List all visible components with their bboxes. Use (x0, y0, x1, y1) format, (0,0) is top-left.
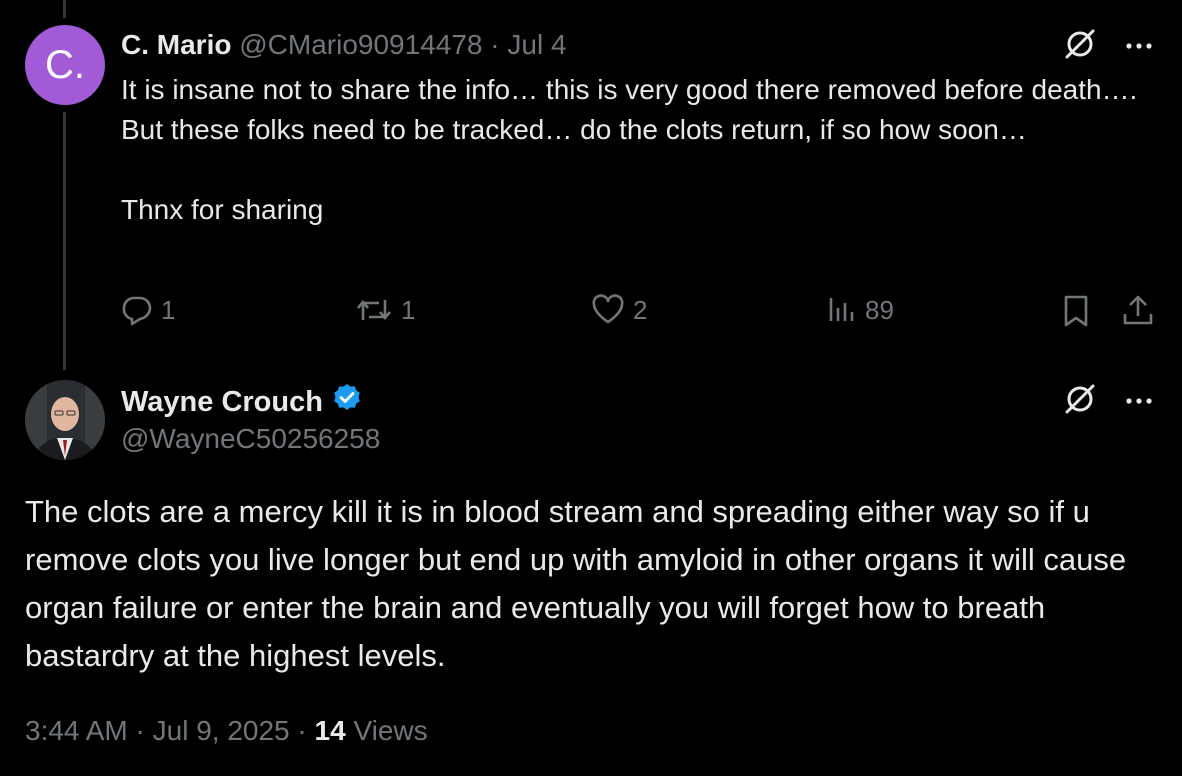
like-icon (591, 294, 625, 326)
meta-separator: · (297, 715, 307, 746)
more-icon[interactable] (1124, 38, 1154, 56)
main-tweet-text: The clots are a mercy kill it is in bloo… (25, 494, 1127, 673)
reply-button[interactable]: 1 (121, 294, 175, 326)
reply-author-handle[interactable]: @CMario90914478 (239, 29, 482, 60)
grok-icon[interactable] (1062, 26, 1098, 67)
share-button[interactable] (1121, 294, 1155, 328)
repost-icon (355, 294, 393, 326)
views-button[interactable]: 89 (827, 294, 894, 326)
tweet-date[interactable]: Jul 9, 2025 (153, 715, 290, 746)
reply-separator: · (490, 29, 500, 60)
share-icon (1121, 294, 1155, 328)
thread-line-top (63, 0, 66, 18)
reply-date[interactable]: Jul 4 (507, 29, 566, 60)
thread-line (63, 112, 66, 370)
verified-badge-icon[interactable] (331, 382, 363, 422)
bookmark-icon (1061, 294, 1091, 328)
reply-text-line: Thnx for sharing (121, 194, 324, 225)
like-count: 2 (633, 294, 648, 325)
main-author-name-row: Wayne Crouch (121, 382, 363, 422)
like-button[interactable]: 2 (591, 294, 647, 326)
reply-header: C. Mario @CMario90914478 · Jul 4 (121, 28, 567, 62)
avatar-wayne-crouch[interactable] (25, 380, 105, 460)
views-label: Views (353, 715, 428, 746)
views-count: 89 (865, 294, 894, 325)
avatar-c-mario[interactable]: C. (25, 25, 105, 105)
grok-icon[interactable] (1062, 381, 1098, 422)
reply-top-icons (1062, 26, 1154, 67)
repost-button[interactable]: 1 (355, 294, 415, 326)
reply-icon (121, 294, 153, 326)
tweet-time[interactable]: 3:44 AM (25, 715, 128, 746)
meta-separator: · (135, 715, 145, 746)
avatar-letter: C. (45, 42, 85, 87)
views-icon (827, 294, 857, 326)
views-total: 14 (314, 715, 346, 746)
main-top-icons (1062, 381, 1154, 422)
reply-author-name[interactable]: C. Mario (121, 29, 231, 60)
reply-action-bar: 1 1 2 89 (121, 294, 1157, 334)
reply-text: It is insane not to share the info… this… (121, 70, 1151, 230)
bookmark-button[interactable] (1061, 294, 1091, 328)
repost-count: 1 (401, 294, 416, 325)
main-author-name[interactable]: Wayne Crouch (121, 386, 323, 419)
reply-count: 1 (161, 294, 176, 325)
reply-text-line: It is insane not to share the info… this… (121, 74, 1138, 145)
more-icon[interactable] (1124, 393, 1154, 411)
main-author-handle[interactable]: @WayneC50256258 (121, 423, 380, 455)
main-tweet-meta: 3:44 AM · Jul 9, 2025 · 14 Views (25, 715, 428, 747)
